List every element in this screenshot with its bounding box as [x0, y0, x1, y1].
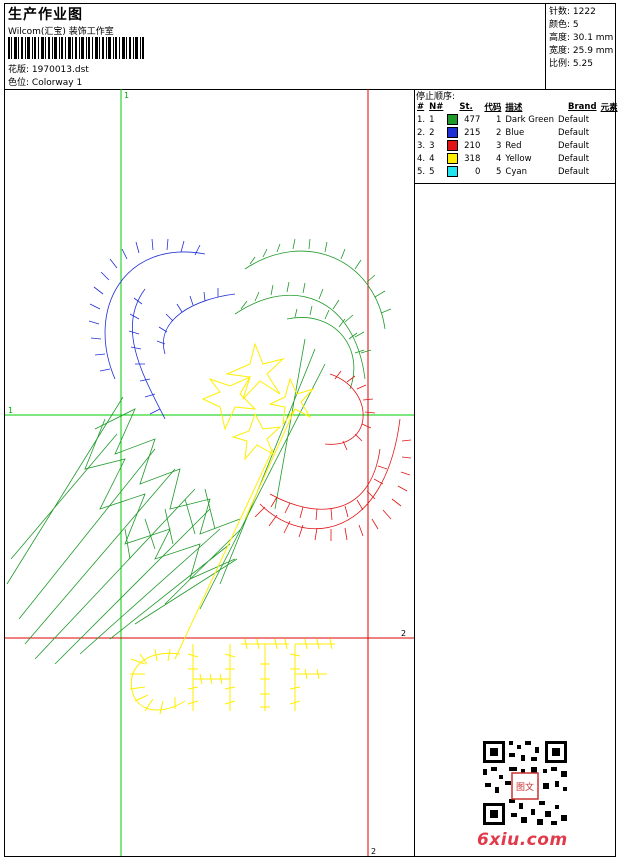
axis-label-left-1: 1 [8, 406, 13, 415]
scale-ratio: 比例: 5.25 [549, 59, 593, 69]
color-swatch [447, 127, 459, 138]
row-stitches: 215 [445, 126, 482, 139]
row-needle: 1 [429, 114, 435, 125]
axis-label-right-2: 2 [401, 629, 406, 638]
stitch-count-value: 0 [474, 167, 481, 177]
color-swatch [447, 153, 459, 164]
row-element [599, 152, 620, 165]
design-file-line: 花版: 1970013.dst [8, 62, 89, 75]
color-swatch [447, 166, 459, 177]
col-n: N# [429, 102, 444, 112]
stop-row: 5. 5 0 5 Cyan Default [415, 165, 620, 178]
stitch-count-value: 215 [464, 128, 481, 138]
sheet-header: 生产作业图 Wilcom(汇宝) 装饰工作室 花版: 1970013.dst 色… [5, 4, 615, 90]
axis-label-top-1: 1 [124, 91, 129, 100]
row-index: 3. [417, 140, 426, 151]
col-desc: 描述 [505, 103, 523, 113]
design-label: 花版: [8, 65, 30, 75]
axis-label-bottom-2: 2 [371, 847, 376, 856]
stitch-count-value: 477 [464, 115, 481, 125]
design-width: 宽度: 25.9 mm [549, 46, 614, 56]
colorway-line: 色位: Colorway 1 [8, 75, 82, 88]
row-element [599, 113, 620, 126]
qr-seal-text: 图文 [516, 781, 534, 793]
row-description: Dark Green [505, 114, 555, 125]
green-fan-lower-left [6, 396, 242, 665]
col-idx: # [417, 102, 425, 112]
row-element [599, 165, 620, 178]
col-brand: Brand [568, 102, 597, 112]
row-code: 2 [495, 127, 502, 138]
row-code: 1 [495, 114, 502, 125]
row-stitches: 0 [445, 165, 482, 178]
row-needle: 4 [429, 153, 435, 164]
header-left: 生产作业图 Wilcom(汇宝) 装饰工作室 花版: 1970013.dst 色… [5, 4, 545, 89]
col-st: St. [459, 102, 473, 112]
row-description: Red [505, 140, 522, 151]
row-stitches: 477 [445, 113, 482, 126]
row-brand: Default [558, 166, 590, 177]
row-description: Blue [505, 127, 525, 138]
barcode-icon [8, 37, 144, 59]
row-needle: 2 [429, 127, 435, 138]
color-count: 颜色: 5 [549, 20, 579, 30]
color-swatch [447, 140, 459, 151]
blue-arcs-upper-left [88, 238, 236, 420]
row-element [599, 126, 620, 139]
qr-code-icon: 图文 [481, 739, 569, 827]
row-index: 1. [417, 114, 426, 125]
stop-sequence-legend: 停止顺序: # N# St. 代码 描述 Brand 元素 1. 1 477 1 Dar… [414, 89, 618, 184]
stop-table-header: # N# St. 代码 描述 Brand 元素 [415, 101, 620, 113]
row-needle: 3 [429, 140, 435, 151]
design-height: 高度: 30.1 mm [549, 33, 614, 43]
sheet-title: 生产作业图 [8, 7, 83, 23]
stop-row: 3. 3 210 3 Red Default [415, 139, 620, 152]
stitch-count-value: 210 [464, 141, 481, 151]
row-brand: Default [558, 127, 590, 138]
row-stitches: 318 [445, 152, 482, 165]
yellow-diamond [174, 342, 315, 660]
row-code: 5 [495, 166, 502, 177]
row-brand: Default [558, 153, 590, 164]
design-file: 1970013.dst [31, 65, 89, 75]
row-index: 4. [417, 153, 426, 164]
row-code: 3 [495, 140, 502, 151]
row-brand: Default [558, 114, 590, 125]
row-stitches: 210 [445, 139, 482, 152]
design-preview: 1 1 2 2 [5, 89, 415, 856]
production-sheet: 生产作业图 Wilcom(汇宝) 装饰工作室 花版: 1970013.dst 色… [4, 3, 618, 857]
watermark-site: 6xiu.com [477, 830, 568, 850]
stitch-count-value: 318 [464, 154, 481, 164]
row-description: Cyan [505, 166, 527, 177]
stop-table: # N# St. 代码 描述 Brand 元素 1. 1 477 1 Dark Gree… [415, 101, 620, 178]
studio-name: Wilcom(汇宝) 装饰工作室 [8, 27, 114, 37]
row-description: Yellow [505, 153, 532, 164]
embroidery-drawing: 1 1 2 2 [5, 89, 414, 856]
colorway-value: Colorway 1 [31, 78, 83, 88]
yellow-letters [129, 638, 335, 715]
row-code: 4 [495, 153, 502, 164]
header-meta: 针数: 1222 颜色: 5 高度: 30.1 mm 宽度: 25.9 mm 比… [545, 4, 616, 89]
row-index: 2. [417, 127, 426, 138]
col-code: 代码 [484, 103, 502, 113]
row-index: 5. [417, 166, 426, 177]
stop-row: 2. 2 215 2 Blue Default [415, 126, 620, 139]
color-swatch [447, 114, 459, 125]
colorway-label: 色位: [8, 78, 30, 88]
row-needle: 5 [429, 166, 435, 177]
row-brand: Default [558, 140, 590, 151]
stop-row: 1. 1 477 1 Dark Green Default [415, 113, 620, 126]
stitch-count: 针数: 1222 [549, 7, 596, 17]
col-element: 元素 [600, 103, 618, 113]
stop-row: 4. 4 318 4 Yellow Default [415, 152, 620, 165]
row-element [599, 139, 620, 152]
